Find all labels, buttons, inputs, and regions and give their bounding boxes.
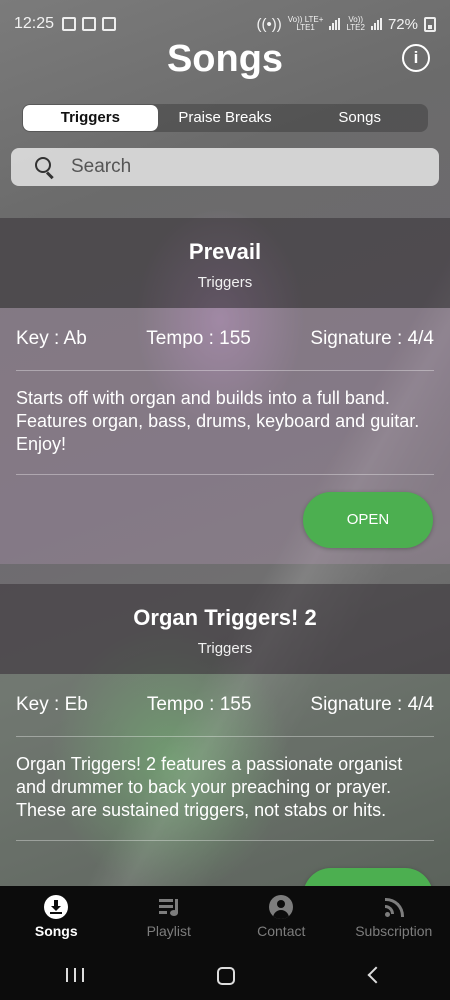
gmail-icon [82, 17, 97, 31]
nav-songs[interactable]: Songs [0, 886, 113, 950]
signal-bars-icon [370, 18, 382, 30]
hotspot-icon: ((•)) [256, 15, 282, 33]
status-time: 12:25 [14, 15, 55, 32]
song-card-header: Organ Triggers! 2 Triggers [0, 584, 450, 674]
home-button[interactable] [210, 960, 240, 990]
nav-subscription[interactable]: Subscription [338, 886, 450, 950]
nav-contact[interactable]: Contact [225, 886, 338, 950]
nav-label: Playlist [146, 923, 191, 939]
gallery-icon [62, 17, 77, 31]
battery-percent: 72% [387, 15, 418, 33]
nav-label: Songs [34, 923, 78, 939]
page-title: Songs [166, 38, 284, 80]
tab-praise-breaks[interactable]: Praise Breaks [158, 105, 293, 131]
download-circle-icon [44, 895, 69, 919]
sim1-label: LTE1 [296, 23, 315, 32]
song-description: Starts off with organ and builds into a … [16, 388, 420, 454]
divider [16, 474, 434, 475]
tab-songs[interactable]: Songs [292, 105, 427, 131]
search-input[interactable] [71, 156, 391, 178]
info-icon: i [413, 48, 419, 67]
bottom-navigation: Songs Playlist Contact Subscription [0, 886, 450, 950]
recent-apps-button[interactable] [60, 960, 90, 990]
app-header: Songs i [0, 36, 450, 82]
song-meta: Key : Eb Tempo : 155 Signature : 4/4 [0, 674, 450, 736]
song-tempo: Tempo : 155 [146, 328, 251, 349]
open-button[interactable]: OPEN [303, 492, 433, 548]
song-description: Organ Triggers! 2 features a passionate … [16, 754, 403, 820]
playlist-icon [157, 895, 181, 919]
info-button[interactable]: i [402, 44, 430, 72]
song-category: Triggers [197, 274, 253, 291]
song-title: Prevail [188, 239, 262, 264]
sim1-indicator: Vo)) LTE+ LTE1 [288, 16, 324, 32]
signal-bars-icon [329, 18, 341, 30]
song-card-header: Prevail Triggers [0, 218, 450, 308]
song-title: Organ Triggers! 2 [133, 605, 317, 630]
check-icon [102, 17, 117, 31]
sim2-indicator: Vo)) LTE2 [346, 16, 365, 32]
system-navigation-bar [0, 950, 450, 1000]
tab-triggers[interactable]: Triggers [23, 105, 158, 131]
status-right: ((•)) Vo)) LTE+ LTE1 Vo)) LTE2 72% [257, 16, 436, 33]
divider [16, 840, 434, 841]
song-card: Organ Triggers! 2 Triggers Key : Eb Temp… [0, 584, 450, 924]
song-key: Key : Eb [16, 694, 88, 715]
song-category: Triggers [197, 640, 253, 657]
search-icon [35, 157, 55, 177]
back-button[interactable] [360, 960, 390, 990]
song-signature: Signature : 4/4 [310, 328, 434, 349]
account-circle-icon [269, 895, 294, 919]
song-card-body: Key : Ab Tempo : 155 Signature : 4/4 Sta… [0, 308, 450, 564]
battery-icon [424, 16, 436, 32]
song-card: Prevail Triggers Key : Ab Tempo : 155 Si… [0, 218, 450, 564]
rss-icon [382, 895, 406, 919]
nav-label: Subscription [355, 923, 433, 939]
song-card-body: Key : Eb Tempo : 155 Signature : 4/4 Org… [0, 674, 450, 924]
sim2-label: LTE2 [346, 23, 365, 32]
song-key: Key : Ab [16, 328, 87, 349]
nav-label: Contact [257, 923, 306, 939]
nav-playlist[interactable]: Playlist [113, 886, 226, 950]
category-tabs: Triggers Praise Breaks Songs [22, 104, 428, 132]
song-meta: Key : Ab Tempo : 155 Signature : 4/4 [0, 308, 450, 370]
search-bar[interactable] [11, 148, 439, 186]
song-tempo: Tempo : 155 [146, 694, 252, 715]
song-signature: Signature : 4/4 [310, 694, 434, 715]
